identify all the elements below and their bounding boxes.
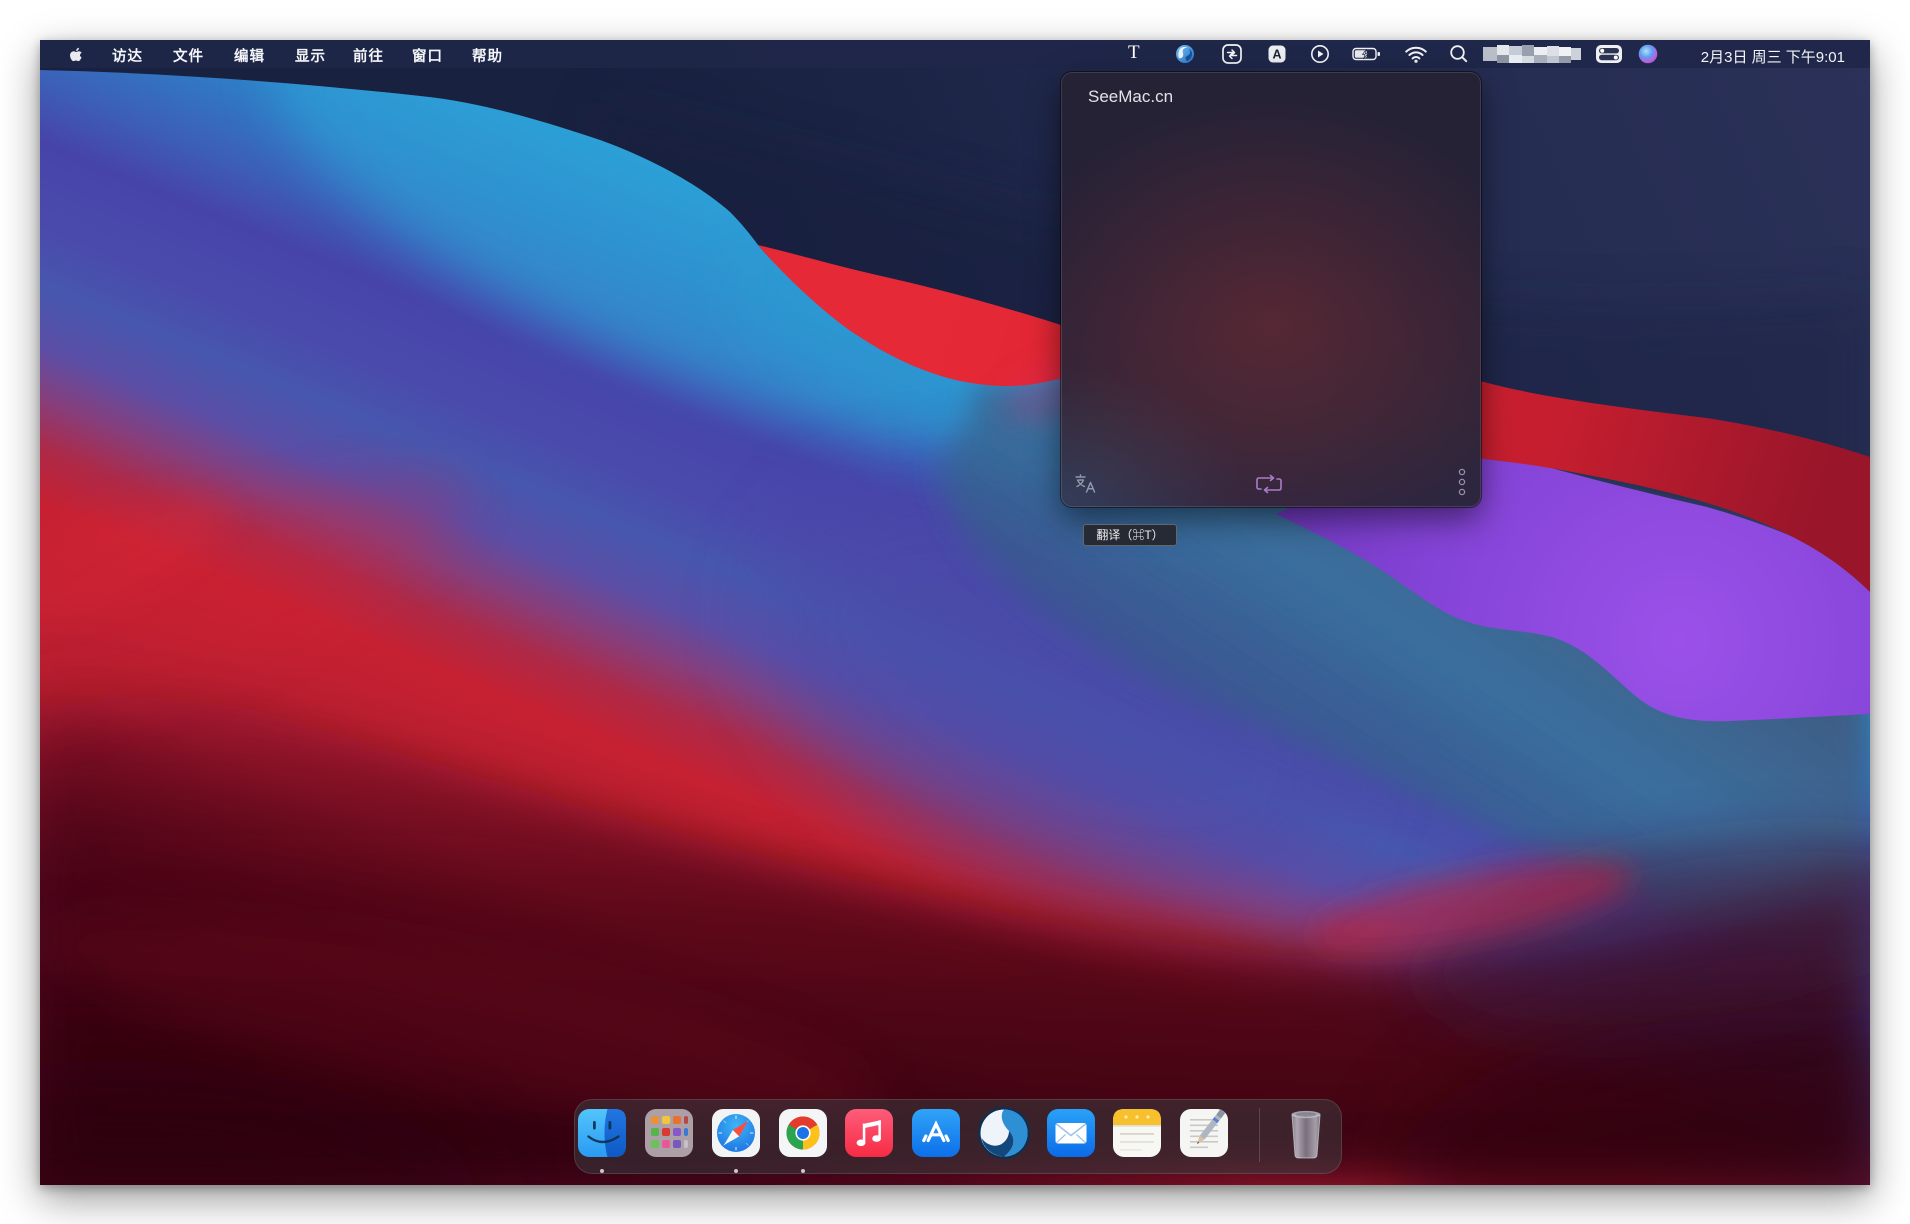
svg-text:A: A <box>1272 48 1281 62</box>
